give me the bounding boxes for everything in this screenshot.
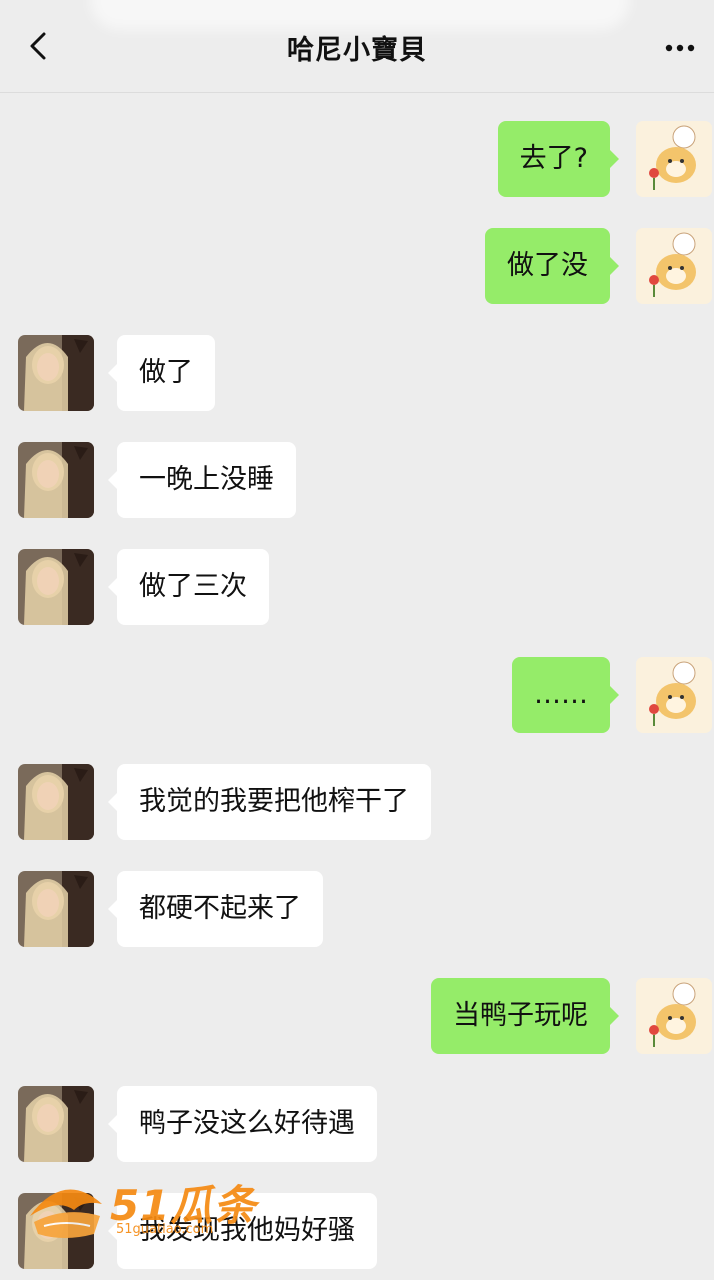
my-avatar[interactable]	[636, 228, 712, 304]
message-bubble[interactable]: 鸭子没这么好待遇	[108, 1086, 377, 1162]
message-bubble[interactable]: 一晚上没睡	[108, 442, 296, 518]
message-bubble[interactable]: 都硬不起来了	[108, 871, 323, 947]
message-bubble[interactable]: 做了没	[485, 228, 619, 304]
message-list[interactable]: 去了? 做了没 做了 一晚上没睡 做了三次 …… 我觉的我要把他榨干了 都硬不起…	[0, 0, 714, 1280]
message-row: 我发现我他妈好骚	[0, 1193, 714, 1269]
contact-avatar[interactable]	[18, 764, 94, 840]
contact-avatar[interactable]	[18, 549, 94, 625]
contact-avatar[interactable]	[18, 871, 94, 947]
message-bubble[interactable]: 当鸭子玩呢	[431, 978, 619, 1054]
contact-avatar[interactable]	[18, 442, 94, 518]
message-row: 做了	[0, 335, 714, 411]
message-bubble[interactable]: 去了?	[497, 121, 620, 197]
message-row: 我觉的我要把他榨干了	[0, 764, 714, 840]
contact-avatar[interactable]	[18, 335, 94, 411]
my-avatar[interactable]	[636, 121, 712, 197]
my-avatar[interactable]	[636, 978, 712, 1054]
message-row: 都硬不起来了	[0, 871, 714, 947]
message-row: 当鸭子玩呢	[0, 978, 714, 1054]
message-row: 一晚上没睡	[0, 442, 714, 518]
message-bubble[interactable]: 我觉的我要把他榨干了	[108, 764, 431, 840]
message-bubble[interactable]: 做了	[108, 335, 215, 411]
contact-avatar[interactable]	[18, 1193, 94, 1269]
message-bubble[interactable]: 做了三次	[108, 549, 269, 625]
my-avatar[interactable]	[636, 657, 712, 733]
message-row: 去了?	[0, 121, 714, 197]
message-row: 做了三次	[0, 549, 714, 625]
message-row: ……	[0, 657, 714, 733]
contact-avatar[interactable]	[18, 1086, 94, 1162]
message-row: 鸭子没这么好待遇	[0, 1086, 714, 1162]
message-bubble[interactable]: 我发现我他妈好骚	[108, 1193, 377, 1269]
message-bubble[interactable]: ……	[512, 657, 619, 733]
message-row: 做了没	[0, 228, 714, 304]
